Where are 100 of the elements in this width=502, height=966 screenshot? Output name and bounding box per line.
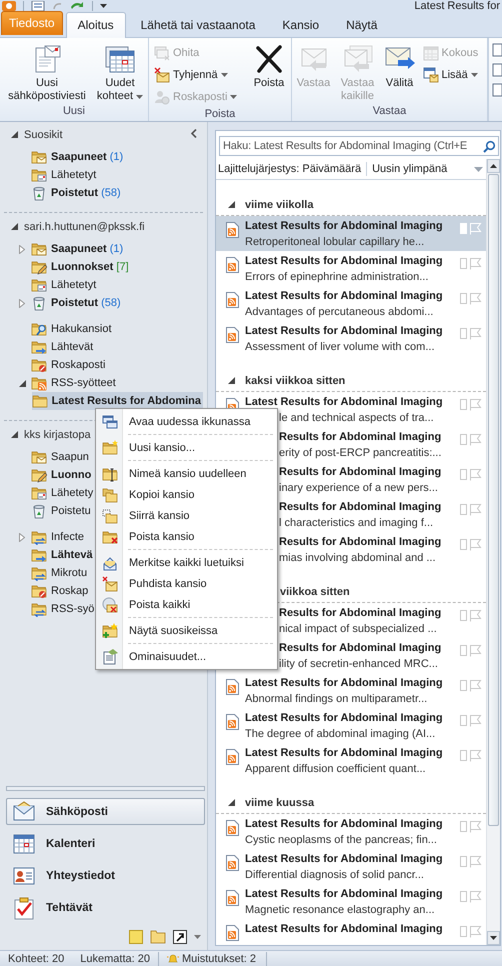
app-logo-icon[interactable] [2,1,16,11]
flag-icon[interactable] [469,749,482,762]
collapsed-triangle-icon[interactable] [19,244,25,254]
category-icon[interactable] [460,821,467,832]
flag-icon[interactable] [469,679,482,692]
menu-item[interactable]: Nimeä kansio uudelleen [96,463,277,484]
menu-item[interactable]: Ominaisuudet... [96,646,277,667]
folder-item[interactable]: Infecte [31,528,86,546]
folder-item[interactable]: RSS-syö [31,600,96,618]
folder-item[interactable]: Luonnokset [7] [31,258,131,276]
category-icon[interactable] [460,610,467,621]
flag-icon[interactable] [469,292,482,305]
message-title[interactable]: Results for Abdominal Imaging [279,501,442,514]
message-row[interactable]: Latest Results for Abdominal Imaging Errors of epinephrine administration... [216,251,486,286]
collapse-pane-icon[interactable] [191,129,197,138]
nav-item[interactable]: Sähköposti [6,798,205,825]
folder-item[interactable]: Poistetut (58) [31,294,123,312]
account-header[interactable]: kks kirjastopa [24,429,91,441]
account-header[interactable]: Suosikit [24,129,63,141]
collapsed-triangle-icon[interactable] [19,532,25,542]
expanded-triangle-icon[interactable] [19,380,26,386]
scrollbar[interactable] [486,159,500,945]
folder-item[interactable]: Lähetety [31,484,96,502]
folder-item[interactable]: Mikrotu [31,564,90,582]
message-title[interactable]: Results for Abdominal Imaging [279,536,442,549]
category-icon[interactable] [460,856,467,867]
sort-order-button[interactable]: Uusin ylimpänä [372,163,448,175]
expanded-triangle-icon[interactable] [228,201,235,208]
message-title[interactable]: Results for Abdominal Imaging [279,642,442,655]
sort-button[interactable]: Lajittelujärjestys: Päivämäärä [218,163,362,175]
document-icon[interactable] [492,63,502,77]
category-icon[interactable] [460,645,467,656]
folder-item[interactable]: Saapuneet (1) [31,240,126,258]
ribbon-button[interactable]: Lisää [420,65,486,85]
category-icon[interactable] [460,750,467,761]
menu-item[interactable]: Uusi kansio... [96,437,277,458]
note-icon[interactable] [129,930,143,944]
flag-icon[interactable] [469,468,482,481]
nav-item[interactable]: Kalenteri [6,830,205,857]
category-icon[interactable] [460,328,467,339]
message-row[interactable]: Latest Results for Abdominal Imaging Apparent diffusion coefficient quant... [216,743,486,778]
folder-item[interactable]: Saapuneet (1) [31,148,126,166]
message-row[interactable]: Latest Results for Abdominal Imaging The degree of abdominal imaging (AI... [216,708,486,743]
menu-item[interactable]: Poista kaikki [96,594,277,615]
category-icon[interactable] [460,926,467,937]
collapsed-triangle-icon[interactable] [19,298,25,308]
message-title[interactable]: Results for Abdominal Imaging [279,431,442,444]
folder-icon[interactable] [150,930,166,944]
ribbon-button[interactable]: Uudet kohteet [94,40,146,103]
category-icon[interactable] [460,680,467,691]
ribbon-tab[interactable]: Näytä [334,12,390,37]
search-field[interactable]: Haku: Latest Results for Abdominal Imaging (Ctrl+E [219,136,499,156]
category-icon[interactable] [460,399,467,410]
flag-icon[interactable] [469,855,482,868]
folder-item[interactable]: Hakukansiot [31,320,114,338]
menu-item[interactable]: Poista kansio [96,526,277,547]
message-row[interactable]: Latest Results for Abdominal Imaging Cystic neoplasms of the pancreas; fin... [216,814,486,849]
flag-icon[interactable] [469,433,482,446]
folder-item[interactable]: Latest Results for Abdomina [32,392,203,410]
nav-item[interactable]: Tehtävät [6,894,205,921]
menu-item[interactable]: Näytä suosikeissa [96,620,277,641]
document-icon[interactable] [31,1,45,11]
folder-item[interactable]: Poistetut (58) [31,184,123,202]
flag-icon[interactable] [469,398,482,411]
menu-item[interactable]: Siirrä kansio [96,505,277,526]
scroll-down-icon[interactable] [490,936,497,940]
flag-icon[interactable] [469,644,482,657]
search-icon[interactable] [483,140,496,152]
folder-item[interactable]: Poistetu [31,502,93,520]
shortcut-icon[interactable] [173,930,187,944]
category-icon[interactable] [460,258,467,269]
message-title[interactable]: Results for Abdominal Imaging [279,607,442,620]
flag-icon[interactable] [469,327,482,340]
dropdown-icon[interactable] [100,4,107,8]
folder-item[interactable]: Lähtevä [31,546,95,564]
menu-item[interactable]: Merkitse kaikki luetuiksi [96,552,277,573]
expanded-triangle-icon[interactable] [228,799,235,806]
folder-item[interactable]: Lähtevät [31,338,96,356]
message-title[interactable]: Results for Abdominal Imaging [279,466,442,479]
expanded-triangle-icon[interactable] [11,131,18,138]
message-row[interactable]: Latest Results for Abdominal Imaging Magnetic resonance elastography an... [216,884,486,919]
ribbon-tab[interactable]: Lähetä tai vastaanota [128,12,268,37]
flag-icon[interactable] [469,538,482,551]
message-row[interactable]: Latest Results for Abdominal Imaging Differential diagnosis of solid pancr... [216,849,486,884]
document-icon[interactable] [492,83,502,97]
nav-item[interactable]: Yhteystiedot [6,862,205,889]
message-title[interactable]: Latest Results for Abdominal Imaging [245,396,443,409]
category-icon[interactable] [460,469,467,480]
category-icon[interactable] [460,715,467,726]
document-icon[interactable] [492,43,502,57]
flag-icon[interactable] [469,257,482,270]
ribbon-tab[interactable]: Kansio [270,12,332,37]
ribbon-button[interactable]: Uusi sähköpostiviesti [2,40,92,103]
folder-item[interactable]: RSS-syötteet [31,374,118,392]
ribbon-tab[interactable]: Aloitus [66,12,126,38]
expanded-triangle-icon[interactable] [11,223,18,230]
menu-item[interactable]: Avaa uudessa ikkunassa [96,411,277,432]
expanded-triangle-icon[interactable] [228,377,235,384]
category-icon[interactable] [460,293,467,304]
send-receive-icon[interactable] [69,1,85,11]
